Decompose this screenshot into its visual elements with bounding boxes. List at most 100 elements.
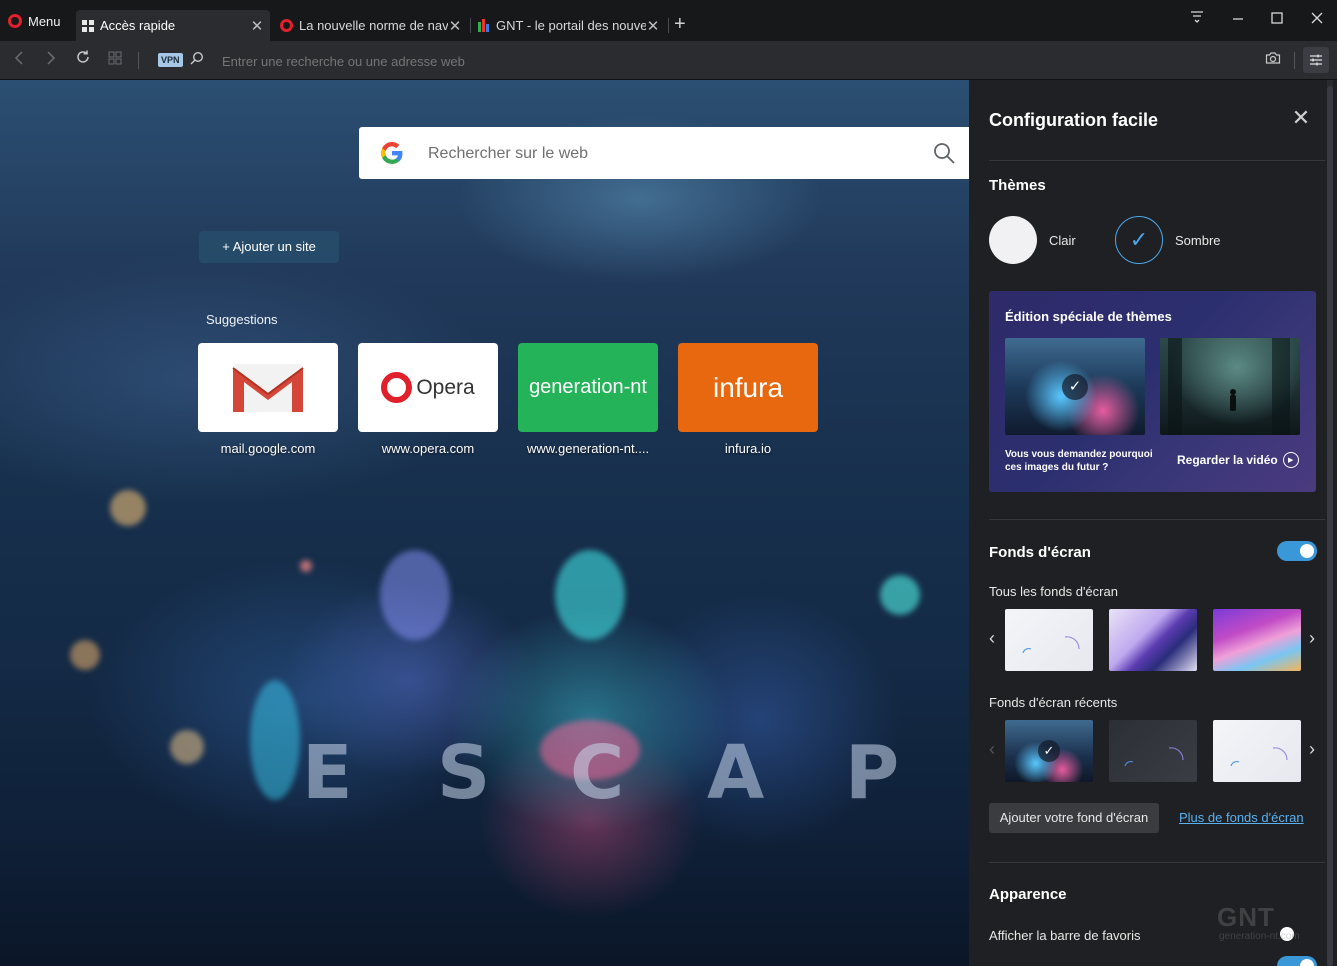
- toolbar-separator: [138, 52, 139, 69]
- chevron-left-icon[interactable]: ‹: [985, 628, 999, 648]
- google-icon: [380, 141, 403, 165]
- opera-favicon-icon: [280, 19, 293, 32]
- tab-label: Accès rapide: [100, 18, 176, 33]
- opera-logo-icon: [381, 372, 413, 403]
- wallpaper-bokeh: [380, 550, 450, 640]
- checkmark-icon: ✓: [1062, 373, 1088, 400]
- theme-option-dark[interactable]: ✓ Sombre: [1115, 216, 1221, 264]
- tile-logo-text: generation-nt: [529, 376, 647, 398]
- wallpaper-thumb-escape[interactable]: ✓: [1005, 720, 1093, 782]
- all-wallpapers-label: Tous les fonds d'écran: [989, 584, 1118, 599]
- tile-label: www.generation-nt....: [526, 441, 650, 456]
- tab-close-icon[interactable]: ✕: [250, 17, 264, 35]
- speed-dial-icon: [82, 19, 94, 32]
- suggestions-title: Suggestions: [206, 312, 278, 327]
- divider: [989, 160, 1325, 161]
- speed-dial-tile-opera[interactable]: Opera: [358, 343, 498, 432]
- wallpaper-bokeh: [555, 550, 625, 640]
- maximize-icon[interactable]: [1265, 8, 1289, 32]
- tab-label: La nouvelle norme de navig: [299, 18, 448, 33]
- wallpaper-thumb-light[interactable]: [1005, 609, 1093, 671]
- tile-label: mail.google.com: [220, 441, 316, 456]
- vpn-badge[interactable]: VPN: [158, 53, 183, 67]
- promo-question: Vous vous demandez pourquoi ces images d…: [1005, 449, 1153, 473]
- gnt-watermark-sub: generation-nt.com: [1219, 931, 1300, 942]
- speed-dial-suggestions-toggle[interactable]: [1277, 956, 1317, 966]
- web-search-box: [359, 127, 969, 179]
- tab-speed-dial[interactable]: Accès rapide ✕: [76, 10, 270, 41]
- wallpaper-letter: P: [845, 730, 900, 816]
- play-icon: ▶: [1282, 452, 1299, 468]
- tab-label: GNT - le portail des nouvel: [496, 18, 646, 33]
- forward-icon[interactable]: [40, 49, 62, 71]
- tab-close-icon[interactable]: ✕: [646, 17, 660, 35]
- theme-label: Clair: [1049, 232, 1076, 248]
- promo-title: Édition spéciale de thèmes: [1005, 309, 1172, 324]
- reload-icon[interactable]: [72, 49, 94, 71]
- panel-title: Configuration facile: [989, 110, 1159, 130]
- wallpaper-letter: A: [707, 730, 765, 816]
- address-input[interactable]: [222, 51, 922, 71]
- gmail-logo-icon: [232, 363, 304, 412]
- tab-opera-news[interactable]: La nouvelle norme de navig ✕: [274, 10, 468, 41]
- gnt-favicon-icon: [478, 19, 490, 32]
- speed-dial-page: E S C A P + Ajouter un site Suggestions …: [0, 80, 969, 966]
- opera-menu-button[interactable]: Menu: [8, 10, 61, 32]
- chevron-right-icon[interactable]: ›: [1305, 628, 1319, 648]
- easy-setup-icon[interactable]: [1303, 47, 1329, 73]
- wallpaper-bokeh: [250, 680, 300, 800]
- watch-video-link[interactable]: Regarder la vidéo ▶: [1177, 452, 1299, 468]
- tab-gnt[interactable]: GNT - le portail des nouvel ✕: [472, 10, 666, 41]
- speed-dial-tile-generation-nt[interactable]: generation-nt: [518, 343, 658, 432]
- chevron-left-icon[interactable]: ‹: [985, 739, 999, 759]
- theme-option-light[interactable]: Clair: [989, 216, 1076, 264]
- menu-label: Menu: [28, 13, 61, 29]
- wallpaper-bokeh: [70, 640, 100, 670]
- toolbar-separator: [1294, 52, 1295, 69]
- wallpapers-toggle[interactable]: [1277, 541, 1317, 561]
- wallpaper-letter: C: [570, 730, 625, 816]
- close-icon[interactable]: ✕: [1289, 106, 1313, 130]
- more-wallpapers-link[interactable]: Plus de fonds d'écran: [1179, 810, 1304, 825]
- wallpaper-bokeh: [110, 490, 146, 526]
- wallpaper-bokeh: [880, 575, 920, 615]
- tile-label: infura.io: [724, 441, 772, 456]
- search-icon: [186, 49, 208, 71]
- checkmark-icon: ✓: [1115, 216, 1163, 264]
- easy-setup-panel: Configuration facile ✕ Thèmes Clair ✓ So…: [969, 80, 1337, 966]
- close-window-icon[interactable]: [1305, 8, 1329, 32]
- tab-menu-icon[interactable]: [1185, 8, 1209, 32]
- add-site-button[interactable]: + Ajouter un site: [199, 231, 339, 263]
- chevron-right-icon[interactable]: ›: [1305, 739, 1319, 759]
- wallpaper-thumb-light[interactable]: [1213, 720, 1301, 782]
- speed-dial-tile-gmail[interactable]: [198, 343, 338, 432]
- web-search-input[interactable]: [426, 141, 910, 167]
- opera-logo-icon: [8, 14, 22, 28]
- address-bar: VPN: [0, 41, 1337, 80]
- checkmark-icon: ✓: [1038, 740, 1060, 762]
- wallpaper-thumb-purple-wave[interactable]: [1109, 609, 1197, 671]
- wallpaper-bokeh: [300, 560, 312, 572]
- light-theme-swatch: [989, 216, 1037, 264]
- wallpaper-thumb-dark[interactable]: [1109, 720, 1197, 782]
- tab-overview-icon[interactable]: [104, 49, 126, 71]
- back-icon[interactable]: [8, 49, 30, 71]
- tile-logo-text: infura: [712, 371, 784, 403]
- wallpaper-letter: S: [437, 730, 491, 816]
- theme-thumbnail-escape[interactable]: ✓: [1005, 338, 1145, 435]
- bookmarks-bar-label: Afficher la barre de favoris: [989, 928, 1141, 943]
- new-tab-button[interactable]: +: [674, 12, 686, 36]
- minimize-icon[interactable]: [1226, 8, 1250, 32]
- tab-separator: [470, 18, 471, 33]
- wallpaper-thumb-gradient[interactable]: [1213, 609, 1301, 671]
- divider: [989, 862, 1325, 863]
- theme-thumbnail-forest[interactable]: [1160, 338, 1300, 435]
- theme-label: Sombre: [1175, 232, 1221, 248]
- snapshot-camera-icon[interactable]: [1262, 49, 1284, 71]
- tile-logo-text: Opera: [416, 375, 475, 399]
- search-icon[interactable]: [932, 141, 956, 165]
- speed-dial-tile-infura[interactable]: infura: [678, 343, 818, 432]
- tab-close-icon[interactable]: ✕: [448, 17, 462, 35]
- add-wallpaper-button[interactable]: Ajouter votre fond d'écran: [989, 803, 1159, 833]
- panel-scrollbar-thumb[interactable]: [1327, 86, 1333, 966]
